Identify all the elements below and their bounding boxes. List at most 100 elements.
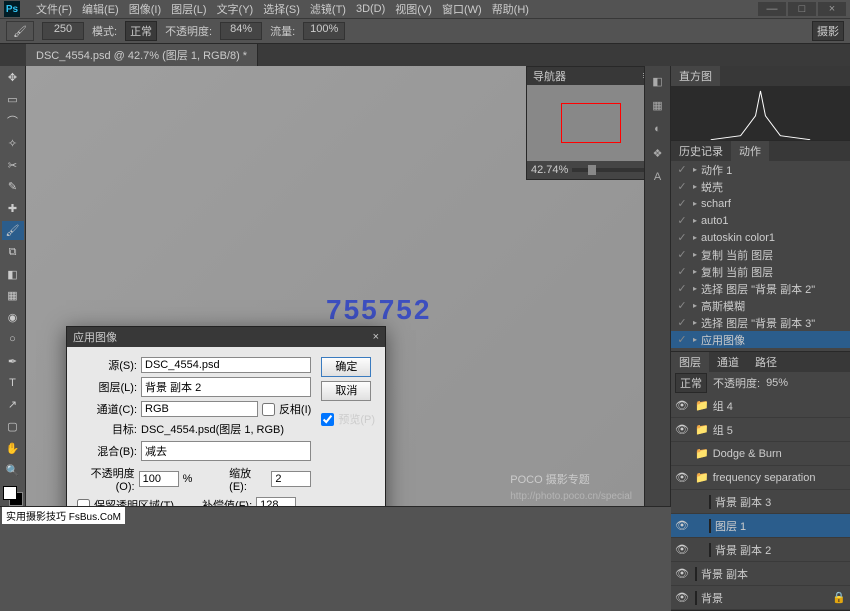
close-icon[interactable]: × <box>373 331 379 343</box>
layer-row[interactable]: 👁📁frequency separation <box>671 466 850 490</box>
dodge-tool-icon[interactable]: ○ <box>2 330 24 350</box>
layers-list[interactable]: 👁📁组 4👁📁组 5📁Dodge & Burn👁📁frequency separ… <box>671 394 850 610</box>
navigator-panel[interactable]: 导航器≡ 42.74% <box>526 66 644 180</box>
type-tool-icon[interactable]: T <box>2 373 24 393</box>
menu-type[interactable]: 文字(Y) <box>217 1 254 17</box>
menu-layer[interactable]: 图层(L) <box>171 1 206 17</box>
action-row[interactable]: ✓▸选择 图层 "背景 副本 3" <box>671 314 850 331</box>
eraser-tool-icon[interactable]: ◧ <box>2 264 24 284</box>
crop-tool-icon[interactable]: ✂ <box>2 155 24 175</box>
invert-checkbox[interactable] <box>262 403 275 416</box>
layer-opacity-value[interactable]: 95% <box>766 377 788 389</box>
action-row[interactable]: ✓▸选择 图层 "背景 副本 2" <box>671 280 850 297</box>
blend-label: 混合(B): <box>77 443 137 459</box>
action-row[interactable]: ✓▸scharf <box>671 195 850 212</box>
invert-label: 反相(I) <box>279 401 311 417</box>
action-row[interactable]: ✓▸复制 当前 图层 <box>671 263 850 280</box>
wand-tool-icon[interactable]: ✧ <box>2 133 24 153</box>
layer-row[interactable]: 背景 副本 3 <box>671 490 850 514</box>
eyedropper-tool-icon[interactable]: ✎ <box>2 177 24 197</box>
action-row[interactable]: ✓▸复制 当前 图层 <box>671 246 850 263</box>
window-close[interactable]: × <box>818 2 846 16</box>
channel-select[interactable]: RGB <box>141 401 258 417</box>
keep-trans-checkbox[interactable] <box>77 499 90 507</box>
brush-size[interactable]: 250 <box>42 22 84 40</box>
paths-tab[interactable]: 路径 <box>747 352 785 372</box>
menu-edit[interactable]: 编辑(E) <box>82 1 119 17</box>
navigator-preview[interactable] <box>527 85 644 161</box>
layer-row[interactable]: 👁图层 1 <box>671 514 850 538</box>
offset-input[interactable]: 128 <box>256 497 296 506</box>
brush-tool-icon[interactable]: 🖌 <box>6 21 34 41</box>
workspace-select[interactable]: 摄影 <box>812 21 844 41</box>
window-min[interactable]: — <box>758 2 786 16</box>
action-row[interactable]: ✓▸高斯模糊 <box>671 297 850 314</box>
layer-blend-select[interactable]: 正常 <box>675 373 707 393</box>
opacity-value[interactable]: 84% <box>220 22 262 40</box>
hand-tool-icon[interactable]: ✋ <box>2 439 24 459</box>
layer-row[interactable]: 👁背景🔒 <box>671 586 850 610</box>
action-row[interactable]: ✓▸应用图像 <box>671 331 850 348</box>
swatches-icon[interactable]: ▦ <box>649 96 667 114</box>
action-row[interactable]: ✓▸auto1 <box>671 212 850 229</box>
color-swatches[interactable] <box>3 486 23 506</box>
actions-list[interactable]: ✓▸动作 1✓▸蜕壳✓▸scharf✓▸auto1✓▸autoskin colo… <box>671 161 850 351</box>
cancel-button[interactable]: 取消 <box>321 381 371 401</box>
adjust-icon[interactable]: ◐ <box>649 120 667 138</box>
menu-window[interactable]: 窗口(W) <box>442 1 482 17</box>
menu-3d[interactable]: 3D(D) <box>356 3 385 15</box>
layer-row[interactable]: 📁Dodge & Burn <box>671 442 850 466</box>
ok-button[interactable]: 确定 <box>321 357 371 377</box>
gradient-tool-icon[interactable]: ▦ <box>2 286 24 306</box>
layer-row[interactable]: 👁📁组 5 <box>671 418 850 442</box>
preview-checkbox[interactable] <box>321 413 334 426</box>
side-dock: ◧ ▦ ◐ ❖ A <box>644 66 670 506</box>
flow-value[interactable]: 100% <box>303 22 345 40</box>
target-value: DSC_4554.psd(图层 1, RGB) <box>141 421 284 437</box>
blend-mode-select[interactable]: 正常 <box>125 21 157 41</box>
canvas[interactable]: 755752 POCO 摄影专题 http://photo.poco.cn/sp… <box>26 66 644 506</box>
lasso-tool-icon[interactable]: ⌒ <box>2 112 24 132</box>
menu-file[interactable]: 文件(F) <box>36 1 72 17</box>
action-row[interactable]: ✓▸设置 当前 图层 <box>671 348 850 351</box>
zoom-slider[interactable] <box>572 168 644 172</box>
blend-select[interactable]: 减去 <box>141 441 311 461</box>
source-select[interactable]: DSC_4554.psd <box>141 357 311 373</box>
panel-menu-icon[interactable]: ≡ <box>643 70 644 82</box>
histogram-tab[interactable]: 直方图 <box>671 66 720 86</box>
opacity-input[interactable]: 100 <box>139 471 179 487</box>
menu-image[interactable]: 图像(I) <box>129 1 161 17</box>
document-tab[interactable]: DSC_4554.psd @ 42.7% (图层 1, RGB/8) * <box>26 44 258 66</box>
scale-input[interactable]: 2 <box>271 471 311 487</box>
channels-tab[interactable]: 通道 <box>709 352 747 372</box>
heal-tool-icon[interactable]: ✚ <box>2 199 24 219</box>
window-max[interactable]: □ <box>788 2 816 16</box>
marquee-tool-icon[interactable]: ▭ <box>2 90 24 110</box>
action-row[interactable]: ✓▸蜕壳 <box>671 178 850 195</box>
menu-filter[interactable]: 滤镜(T) <box>310 1 346 17</box>
layer-row[interactable]: 👁背景 副本 2 <box>671 538 850 562</box>
menu-help[interactable]: 帮助(H) <box>492 1 529 17</box>
brush-tool-icon[interactable]: 🖌 <box>2 221 24 241</box>
shape-tool-icon[interactable]: ▢ <box>2 417 24 437</box>
history-tab[interactable]: 历史记录 <box>671 141 731 161</box>
layer-select[interactable]: 背景 副本 2 <box>141 377 311 397</box>
layer-row[interactable]: 👁背景 副本 <box>671 562 850 586</box>
layer-row[interactable]: 👁📁组 4 <box>671 394 850 418</box>
stamp-tool-icon[interactable]: ⧉ <box>2 242 24 262</box>
action-row[interactable]: ✓▸动作 1 <box>671 161 850 178</box>
action-row[interactable]: ✓▸autoskin color1 <box>671 229 850 246</box>
zoom-tool-icon[interactable]: 🔍 <box>2 460 24 480</box>
menu-select[interactable]: 选择(S) <box>263 1 300 17</box>
path-tool-icon[interactable]: ↗ <box>2 395 24 415</box>
actions-tab[interactable]: 动作 <box>731 141 769 161</box>
char-icon[interactable]: A <box>649 168 667 186</box>
move-tool-icon[interactable]: ✥ <box>2 68 24 88</box>
zoom-value[interactable]: 42.74% <box>531 164 568 176</box>
layers-tab[interactable]: 图层 <box>671 352 709 372</box>
color-icon[interactable]: ◧ <box>649 72 667 90</box>
blur-tool-icon[interactable]: ◉ <box>2 308 24 328</box>
pen-tool-icon[interactable]: ✒ <box>2 351 24 371</box>
styles-icon[interactable]: ❖ <box>649 144 667 162</box>
menu-view[interactable]: 视图(V) <box>395 1 432 17</box>
